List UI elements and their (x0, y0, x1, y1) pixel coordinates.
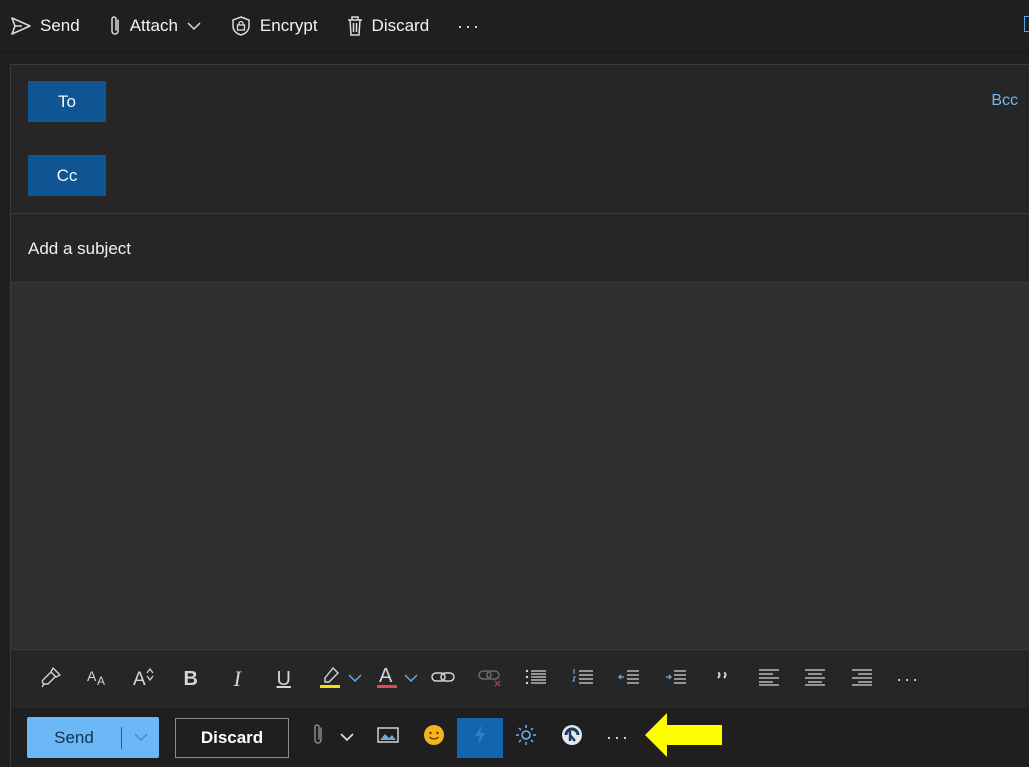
encrypt-command[interactable]: Encrypt (230, 15, 318, 37)
svg-text:A: A (97, 674, 105, 688)
more-options-icon: ··· (606, 727, 630, 747)
send-command-label: Send (40, 16, 80, 35)
editor-icon (472, 723, 488, 752)
send-command[interactable]: Send (10, 16, 80, 36)
attach-command[interactable]: Attach (108, 15, 202, 37)
send-options-dropdown[interactable] (122, 717, 159, 758)
align-center-icon (803, 667, 827, 692)
more-options-icon: ··· (896, 668, 921, 689)
remove-link-icon (477, 666, 503, 693)
decrease-indent-icon (617, 667, 641, 692)
grow-font-icon: A (132, 666, 156, 693)
decrease-indent-button[interactable] (606, 659, 653, 699)
numbering-button[interactable] (560, 659, 607, 699)
chevron-down-icon (347, 670, 363, 688)
increase-indent-button[interactable] (653, 659, 700, 699)
italic-button[interactable]: I (214, 659, 261, 699)
discard-command-label: Discard (371, 16, 430, 35)
bold-button[interactable]: B (168, 659, 215, 699)
message-body-editor[interactable] (11, 283, 1029, 650)
grow-font-button[interactable]: A (121, 659, 168, 699)
insert-picture-button[interactable] (365, 718, 411, 758)
subject-row (11, 214, 1029, 283)
chevron-down-icon (339, 729, 355, 747)
quote-icon (714, 669, 730, 690)
add-in-button[interactable] (549, 718, 595, 758)
yellow-arrow-icon (643, 711, 725, 764)
to-button[interactable]: To (28, 81, 106, 122)
insert-picture-icon (376, 725, 400, 750)
format-painter-icon (39, 665, 63, 694)
highlight-icon (318, 665, 342, 694)
annotation-arrow (643, 711, 725, 764)
action-bar: Send Discard ··· (11, 708, 1029, 767)
chevron-down-icon[interactable] (186, 21, 202, 31)
align-right-icon (850, 667, 874, 692)
discard-command[interactable]: Discard (346, 15, 430, 37)
send-split-button: Send (27, 717, 159, 758)
insert-link-button[interactable] (420, 659, 467, 699)
svg-text:A: A (87, 668, 97, 684)
send-button-label: Send (54, 727, 94, 747)
attach-command-label: Attach (129, 16, 178, 35)
shield-lock-icon (230, 15, 252, 37)
bullets-icon (524, 667, 548, 692)
attach-dropdown[interactable] (329, 718, 365, 758)
bullets-button[interactable] (513, 659, 560, 699)
discard-button[interactable]: Discard (175, 717, 289, 758)
more-actions-button[interactable]: ··· (595, 718, 641, 758)
trash-icon (346, 15, 364, 37)
to-row: To Bcc (11, 64, 1029, 140)
underline-button[interactable]: U (261, 659, 308, 699)
formatting-toolbar: AA A B I U A ··· (11, 650, 1029, 708)
highlight-dropdown[interactable] (346, 659, 364, 699)
app-add-in-icon (560, 723, 584, 752)
command-bar: Send Attach Encrypt Discard ··· (0, 0, 1029, 53)
numbering-icon (571, 667, 595, 692)
send-icon (10, 16, 32, 36)
bold-icon: B (183, 667, 198, 690)
more-formatting-button[interactable]: ··· (885, 659, 932, 699)
underline-icon: U (276, 667, 291, 690)
more-options-icon: ··· (457, 15, 482, 36)
italic-icon: I (233, 666, 241, 691)
align-left-button[interactable] (746, 659, 793, 699)
editor-button[interactable] (457, 717, 503, 758)
emoji-button[interactable] (411, 718, 457, 758)
bcc-link[interactable]: Bcc (991, 92, 1018, 110)
chevron-down-icon (133, 729, 149, 747)
format-painter-button[interactable] (28, 659, 75, 699)
align-left-icon (757, 667, 781, 692)
align-right-button[interactable] (839, 659, 886, 699)
cc-button[interactable]: Cc (28, 155, 106, 196)
font-size-icon: AA (86, 666, 110, 693)
emoji-icon (422, 723, 446, 752)
sensitivity-icon (514, 723, 538, 752)
compose-form: To Bcc Cc AA A B I U (10, 64, 1029, 767)
quote-button[interactable] (699, 659, 746, 699)
more-commands-button[interactable]: ··· (457, 16, 481, 37)
remove-link-button (467, 659, 514, 699)
cc-row: Cc (11, 139, 1029, 214)
font-color-dropdown[interactable] (402, 659, 420, 699)
attach-button[interactable] (307, 718, 329, 758)
pane-toggle-icon[interactable] (1024, 16, 1029, 32)
chevron-down-icon (403, 670, 419, 688)
increase-indent-icon (664, 667, 688, 692)
link-icon (430, 666, 456, 693)
subject-input[interactable] (26, 236, 930, 262)
encrypt-command-label: Encrypt (259, 16, 318, 35)
paperclip-icon (108, 15, 122, 37)
attach-icon (312, 723, 324, 752)
align-center-button[interactable] (792, 659, 839, 699)
sensitivity-button[interactable] (503, 718, 549, 758)
svg-text:A: A (133, 669, 146, 688)
svg-text:A: A (379, 665, 393, 687)
font-size-button[interactable]: AA (75, 659, 122, 699)
send-button[interactable]: Send (27, 717, 121, 758)
font-color-icon: A (375, 664, 399, 695)
